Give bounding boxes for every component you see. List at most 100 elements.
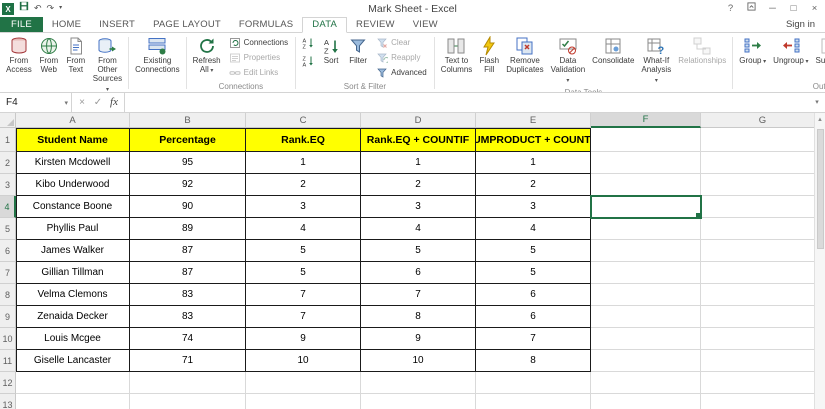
what-if-analysis-button[interactable]: ? What-If Analysis <box>638 34 674 87</box>
column-header-D[interactable]: D <box>361 113 476 128</box>
scrollbar-thumb[interactable] <box>817 129 824 249</box>
cell-G2[interactable] <box>701 152 825 174</box>
column-header-A[interactable]: A <box>16 113 130 128</box>
tab-page-layout[interactable]: PAGE LAYOUT <box>144 17 230 32</box>
cell-C13[interactable] <box>246 394 361 409</box>
tab-data[interactable]: DATA <box>302 17 347 33</box>
close-button[interactable]: × <box>804 0 825 17</box>
cell-E3[interactable]: 2 <box>476 174 591 196</box>
row-header-6[interactable]: 6 <box>0 240 16 262</box>
cell-A3[interactable]: Kibo Underwood <box>16 174 130 196</box>
cell-A11[interactable]: Giselle Lancaster <box>16 350 130 372</box>
cell-G3[interactable] <box>701 174 825 196</box>
cell-G7[interactable] <box>701 262 825 284</box>
row-header-11[interactable]: 11 <box>0 350 16 372</box>
undo-button[interactable]: ↶ <box>34 0 42 17</box>
column-header-F[interactable]: F <box>591 113 701 128</box>
remove-duplicates-button[interactable]: Remove Duplicates <box>503 34 546 76</box>
subtotal-button[interactable]: Σ Subtotal <box>813 34 825 67</box>
tab-insert[interactable]: INSERT <box>90 17 144 32</box>
cell-G9[interactable] <box>701 306 825 328</box>
row-header-5[interactable]: 5 <box>0 218 16 240</box>
name-box-dropdown-icon[interactable]: ▾ <box>64 99 68 107</box>
refresh-all-button[interactable]: Refresh All <box>190 34 224 77</box>
cell-B6[interactable]: 87 <box>130 240 246 262</box>
sort-descending-button[interactable]: ZA <box>299 53 317 69</box>
row-header-7[interactable]: 7 <box>0 262 16 284</box>
expand-formula-bar-icon[interactable]: ▾ <box>809 93 825 112</box>
maximize-button[interactable]: □ <box>783 0 804 17</box>
group-button[interactable]: Group <box>736 34 769 68</box>
cell-C8[interactable]: 7 <box>246 284 361 306</box>
cell-F1[interactable] <box>591 128 701 152</box>
cell-D12[interactable] <box>361 372 476 394</box>
save-button[interactable] <box>19 0 29 17</box>
cell-B12[interactable] <box>130 372 246 394</box>
existing-connections-button[interactable]: Existing Connections <box>132 34 182 76</box>
cell-G8[interactable] <box>701 284 825 306</box>
column-header-B[interactable]: B <box>130 113 246 128</box>
scroll-up-icon[interactable]: ▲ <box>817 113 823 127</box>
reapply-button[interactable]: Reapply <box>372 50 431 65</box>
row-header-3[interactable]: 3 <box>0 174 16 196</box>
cell-A1[interactable]: Student Name <box>16 128 130 152</box>
cell-A7[interactable]: Gillian Tillman <box>16 262 130 284</box>
insert-function-icon[interactable]: fx <box>106 93 122 112</box>
cell-F3[interactable] <box>591 174 701 196</box>
cell-C6[interactable]: 5 <box>246 240 361 262</box>
cell-A12[interactable] <box>16 372 130 394</box>
from-web-button[interactable]: From Web <box>36 34 62 76</box>
cell-G12[interactable] <box>701 372 825 394</box>
cell-D4[interactable]: 3 <box>361 196 476 218</box>
cell-B10[interactable]: 74 <box>130 328 246 350</box>
sort-ascending-button[interactable]: AZ <box>299 35 317 51</box>
cell-C5[interactable]: 4 <box>246 218 361 240</box>
cell-F4[interactable] <box>591 196 701 218</box>
cell-G5[interactable] <box>701 218 825 240</box>
ribbon-display-options-button[interactable] <box>741 0 762 17</box>
properties-button[interactable]: Properties <box>225 50 292 65</box>
cell-F11[interactable] <box>591 350 701 372</box>
cell-F13[interactable] <box>591 394 701 409</box>
vertical-scrollbar[interactable]: ▲ <box>814 113 825 409</box>
cell-F6[interactable] <box>591 240 701 262</box>
cell-D11[interactable]: 10 <box>361 350 476 372</box>
advanced-filter-button[interactable]: Advanced <box>372 65 431 80</box>
cell-C4[interactable]: 3 <box>246 196 361 218</box>
cell-G11[interactable] <box>701 350 825 372</box>
filter-button[interactable]: Filter <box>345 34 371 67</box>
cell-D8[interactable]: 7 <box>361 284 476 306</box>
cell-E5[interactable]: 4 <box>476 218 591 240</box>
row-header-9[interactable]: 9 <box>0 306 16 328</box>
sort-button[interactable]: AZ Sort <box>318 34 344 67</box>
column-header-G[interactable]: G <box>701 113 825 128</box>
name-box[interactable]: F4 ▾ <box>0 93 72 112</box>
cell-E6[interactable]: 5 <box>476 240 591 262</box>
cell-E11[interactable]: 8 <box>476 350 591 372</box>
cell-F7[interactable] <box>591 262 701 284</box>
cell-E9[interactable]: 6 <box>476 306 591 328</box>
tab-review[interactable]: REVIEW <box>347 17 404 32</box>
qat-customize-button[interactable]: ▾ <box>59 0 62 17</box>
cell-F8[interactable] <box>591 284 701 306</box>
cell-B3[interactable]: 92 <box>130 174 246 196</box>
column-header-E[interactable]: E <box>476 113 591 128</box>
cell-E8[interactable]: 6 <box>476 284 591 306</box>
from-other-sources-button[interactable]: From Other Sources <box>90 34 125 93</box>
row-header-12[interactable]: 12 <box>0 372 16 394</box>
cell-G13[interactable] <box>701 394 825 409</box>
row-header-8[interactable]: 8 <box>0 284 16 306</box>
cell-C12[interactable] <box>246 372 361 394</box>
cell-A6[interactable]: James Walker <box>16 240 130 262</box>
cell-E12[interactable] <box>476 372 591 394</box>
edit-links-button[interactable]: Edit Links <box>225 65 292 80</box>
cell-D3[interactable]: 2 <box>361 174 476 196</box>
cell-G1[interactable] <box>701 128 825 152</box>
cell-C1[interactable]: Rank.EQ <box>246 128 361 152</box>
cell-D5[interactable]: 4 <box>361 218 476 240</box>
cell-F2[interactable] <box>591 152 701 174</box>
cell-F9[interactable] <box>591 306 701 328</box>
cell-E1[interactable]: SUMPRODUCT + COUNTIF <box>476 128 591 152</box>
cell-E2[interactable]: 1 <box>476 152 591 174</box>
cell-A5[interactable]: Phyllis Paul <box>16 218 130 240</box>
